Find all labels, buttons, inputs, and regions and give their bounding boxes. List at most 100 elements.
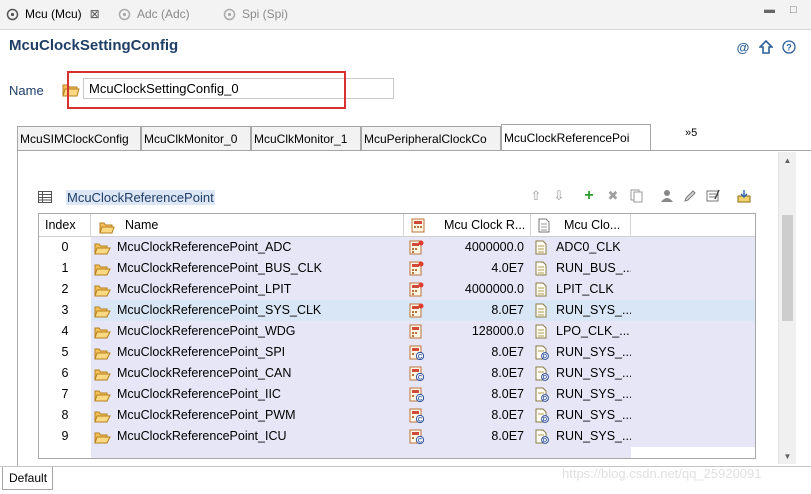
row-name: McuClockReferencePoint_PWM [117, 408, 296, 422]
table-row[interactable]: 3 McuClockReferencePoint_SYS_CLK 8.0E7 RUN_… [39, 300, 755, 321]
table-row[interactable]: 9 McuClockReferencePoint_ICU C 8.0E7 D RUN_SY… [39, 426, 755, 447]
doc-icon [535, 240, 549, 255]
row-reference-cell[interactable]: D RUN_SYS_... [531, 384, 631, 405]
delete-icon[interactable]: ✖ [605, 188, 621, 204]
scroll-thumb[interactable] [782, 215, 793, 321]
table-row[interactable]: 8 McuClockReferencePoint_PWM C 8.0E7 D RUN_SY… [39, 405, 755, 426]
row-reference-cell[interactable]: ADC0_CLK [531, 237, 631, 258]
column-header-frequency[interactable]: Mcu Clock R... [404, 214, 531, 237]
row-frequency-cell[interactable]: C 8.0E7 [404, 426, 531, 447]
row-reference: RUN_BUS_... [556, 261, 631, 275]
row-name: McuClockReferencePoint_CAN [117, 366, 292, 380]
move-up-icon[interactable]: ⇧ [528, 188, 544, 204]
table-row[interactable]: 2 McuClockReferencePoint_LPIT 4000000.0 LPI… [39, 279, 755, 300]
export-icon[interactable] [736, 188, 752, 204]
edit-table-icon[interactable] [705, 188, 721, 204]
at-icon[interactable]: @ [735, 39, 751, 55]
row-frequency-cell[interactable]: 8.0E7 [404, 300, 531, 321]
row-name-cell[interactable]: McuClockReferencePoint_WDG [91, 321, 404, 342]
row-name-cell[interactable]: McuClockReferencePoint_SPI [91, 342, 404, 363]
row-name-cell[interactable]: McuClockReferencePoint_ADC [91, 237, 404, 258]
row-empty-cell [631, 384, 755, 405]
divider [0, 29, 811, 30]
row-frequency-cell[interactable]: 128000.0 [404, 321, 531, 342]
table-row[interactable]: 1 McuClockReferencePoint_BUS_CLK 4.0E7 RUN_… [39, 258, 755, 279]
row-frequency-cell[interactable]: 4.0E7 [404, 258, 531, 279]
row-empty-cell [631, 363, 755, 384]
more-tabs-button[interactable]: »5 [685, 127, 697, 139]
folder-icon [94, 304, 111, 318]
section-title: McuClockReferencePoint [66, 190, 215, 205]
row-frequency-cell[interactable]: C 8.0E7 [404, 384, 531, 405]
row-frequency-cell[interactable]: C 8.0E7 [404, 342, 531, 363]
minimize-icon[interactable]: ▬ [764, 4, 775, 16]
svg-text:C: C [418, 375, 423, 381]
row-frequency-cell[interactable]: 4000000.0 [404, 279, 531, 300]
row-reference-cell[interactable]: D RUN_SYS_... [531, 363, 631, 384]
move-down-icon[interactable]: ⇩ [551, 188, 567, 204]
calc-icon [409, 240, 424, 255]
row-frequency-cell[interactable]: C 8.0E7 [404, 405, 531, 426]
folder-icon [94, 283, 111, 297]
column-header-label: Name [125, 218, 159, 232]
row-reference-cell[interactable]: D RUN_SYS_... [531, 342, 631, 363]
column-header-reference[interactable]: Mcu Clo... [531, 214, 631, 237]
help-icon[interactable]: ? [781, 39, 797, 55]
row-reference-cell[interactable]: LPO_CLK_... [531, 321, 631, 342]
close-icon[interactable]: ⊠ [90, 7, 100, 21]
table-row[interactable]: 7 McuClockReferencePoint_IIC C 8.0E7 D RUN_SY… [39, 384, 755, 405]
editor-tab-mcu[interactable]: Mcu (Mcu) ⊠ [6, 3, 100, 25]
up-arrow-icon[interactable] [758, 39, 774, 55]
column-header-index[interactable]: Index [39, 214, 91, 237]
row-name-cell[interactable]: McuClockReferencePoint_BUS_CLK [91, 258, 404, 279]
row-name-cell[interactable]: McuClockReferencePoint_CAN [91, 363, 404, 384]
column-header-name[interactable]: Name [91, 214, 404, 237]
tab-mcuclkmonitor-1[interactable]: McuClkMonitor_1 [251, 126, 361, 150]
row-empty-cell [631, 279, 755, 300]
row-frequency-cell[interactable]: 4000000.0 [404, 237, 531, 258]
row-name: McuClockReferencePoint_WDG [117, 324, 296, 338]
tab-mcuclockreferencepoint[interactable]: McuClockReferencePoi [501, 124, 651, 150]
row-name-cell[interactable]: McuClockReferencePoint_LPIT [91, 279, 404, 300]
row-frequency: 8.0E7 [491, 366, 524, 380]
svg-text:C: C [418, 417, 423, 423]
row-reference-cell[interactable]: D RUN_SYS_... [531, 405, 631, 426]
doc-icon [535, 261, 549, 276]
row-name-cell[interactable]: McuClockReferencePoint_IIC [91, 384, 404, 405]
tab-default[interactable]: Default [2, 467, 53, 490]
row-frequency: 4000000.0 [464, 282, 524, 296]
row-reference-cell[interactable]: RUN_SYS_... [531, 300, 631, 321]
row-name-cell[interactable]: McuClockReferencePoint_PWM [91, 405, 404, 426]
scroll-down-icon[interactable]: ▼ [779, 448, 796, 464]
add-icon[interactable]: + [581, 187, 597, 204]
scroll-up-icon[interactable]: ▲ [779, 152, 796, 168]
user-icon[interactable] [659, 188, 675, 204]
doc-icon [538, 218, 550, 237]
vertical-scrollbar[interactable]: ▲ ▼ [778, 152, 796, 464]
table-row[interactable]: 6 McuClockReferencePoint_CAN C 8.0E7 D RUN_SY… [39, 363, 755, 384]
copy-icon[interactable] [628, 188, 644, 204]
row-reference-cell[interactable]: LPIT_CLK [531, 279, 631, 300]
row-index: 9 [39, 426, 91, 447]
row-name-cell[interactable]: McuClockReferencePoint_ICU [91, 426, 404, 447]
tab-mcusimclockconfig[interactable]: McuSIMClockConfig [17, 126, 141, 150]
table-row[interactable]: 5 McuClockReferencePoint_SPI C 8.0E7 D RUN_SY… [39, 342, 755, 363]
table-row[interactable]: 0 McuClockReferencePoint_ADC 4000000.0 ADC0… [39, 237, 755, 258]
tab-mcuclkmonitor-0[interactable]: McuClkMonitor_0 [141, 126, 251, 150]
table-row[interactable]: 4 McuClockReferencePoint_WDG 128000.0 LPO_C… [39, 321, 755, 342]
row-frequency-cell[interactable]: C 8.0E7 [404, 363, 531, 384]
name-field[interactable] [83, 78, 394, 99]
row-name: McuClockReferencePoint_LPIT [117, 282, 292, 296]
tab-mcuperipheralclockconfig[interactable]: McuPeripheralClockCo [361, 126, 501, 150]
row-index: 5 [39, 342, 91, 363]
doc-icon [535, 303, 549, 318]
maximize-icon[interactable]: □ [790, 4, 797, 16]
row-reference-cell[interactable]: D RUN_SYS_... [531, 426, 631, 447]
edit-pencil-icon[interactable] [682, 188, 698, 204]
row-name-cell[interactable]: McuClockReferencePoint_SYS_CLK [91, 300, 404, 321]
editor-tab-adc[interactable]: Adc (Adc) [118, 3, 190, 25]
editor-tab-label: Mcu (Mcu) [25, 7, 82, 21]
calc-c-icon: C [409, 366, 425, 381]
row-reference-cell[interactable]: RUN_BUS_... [531, 258, 631, 279]
editor-tab-spi[interactable]: Spi (Spi) [223, 3, 288, 25]
